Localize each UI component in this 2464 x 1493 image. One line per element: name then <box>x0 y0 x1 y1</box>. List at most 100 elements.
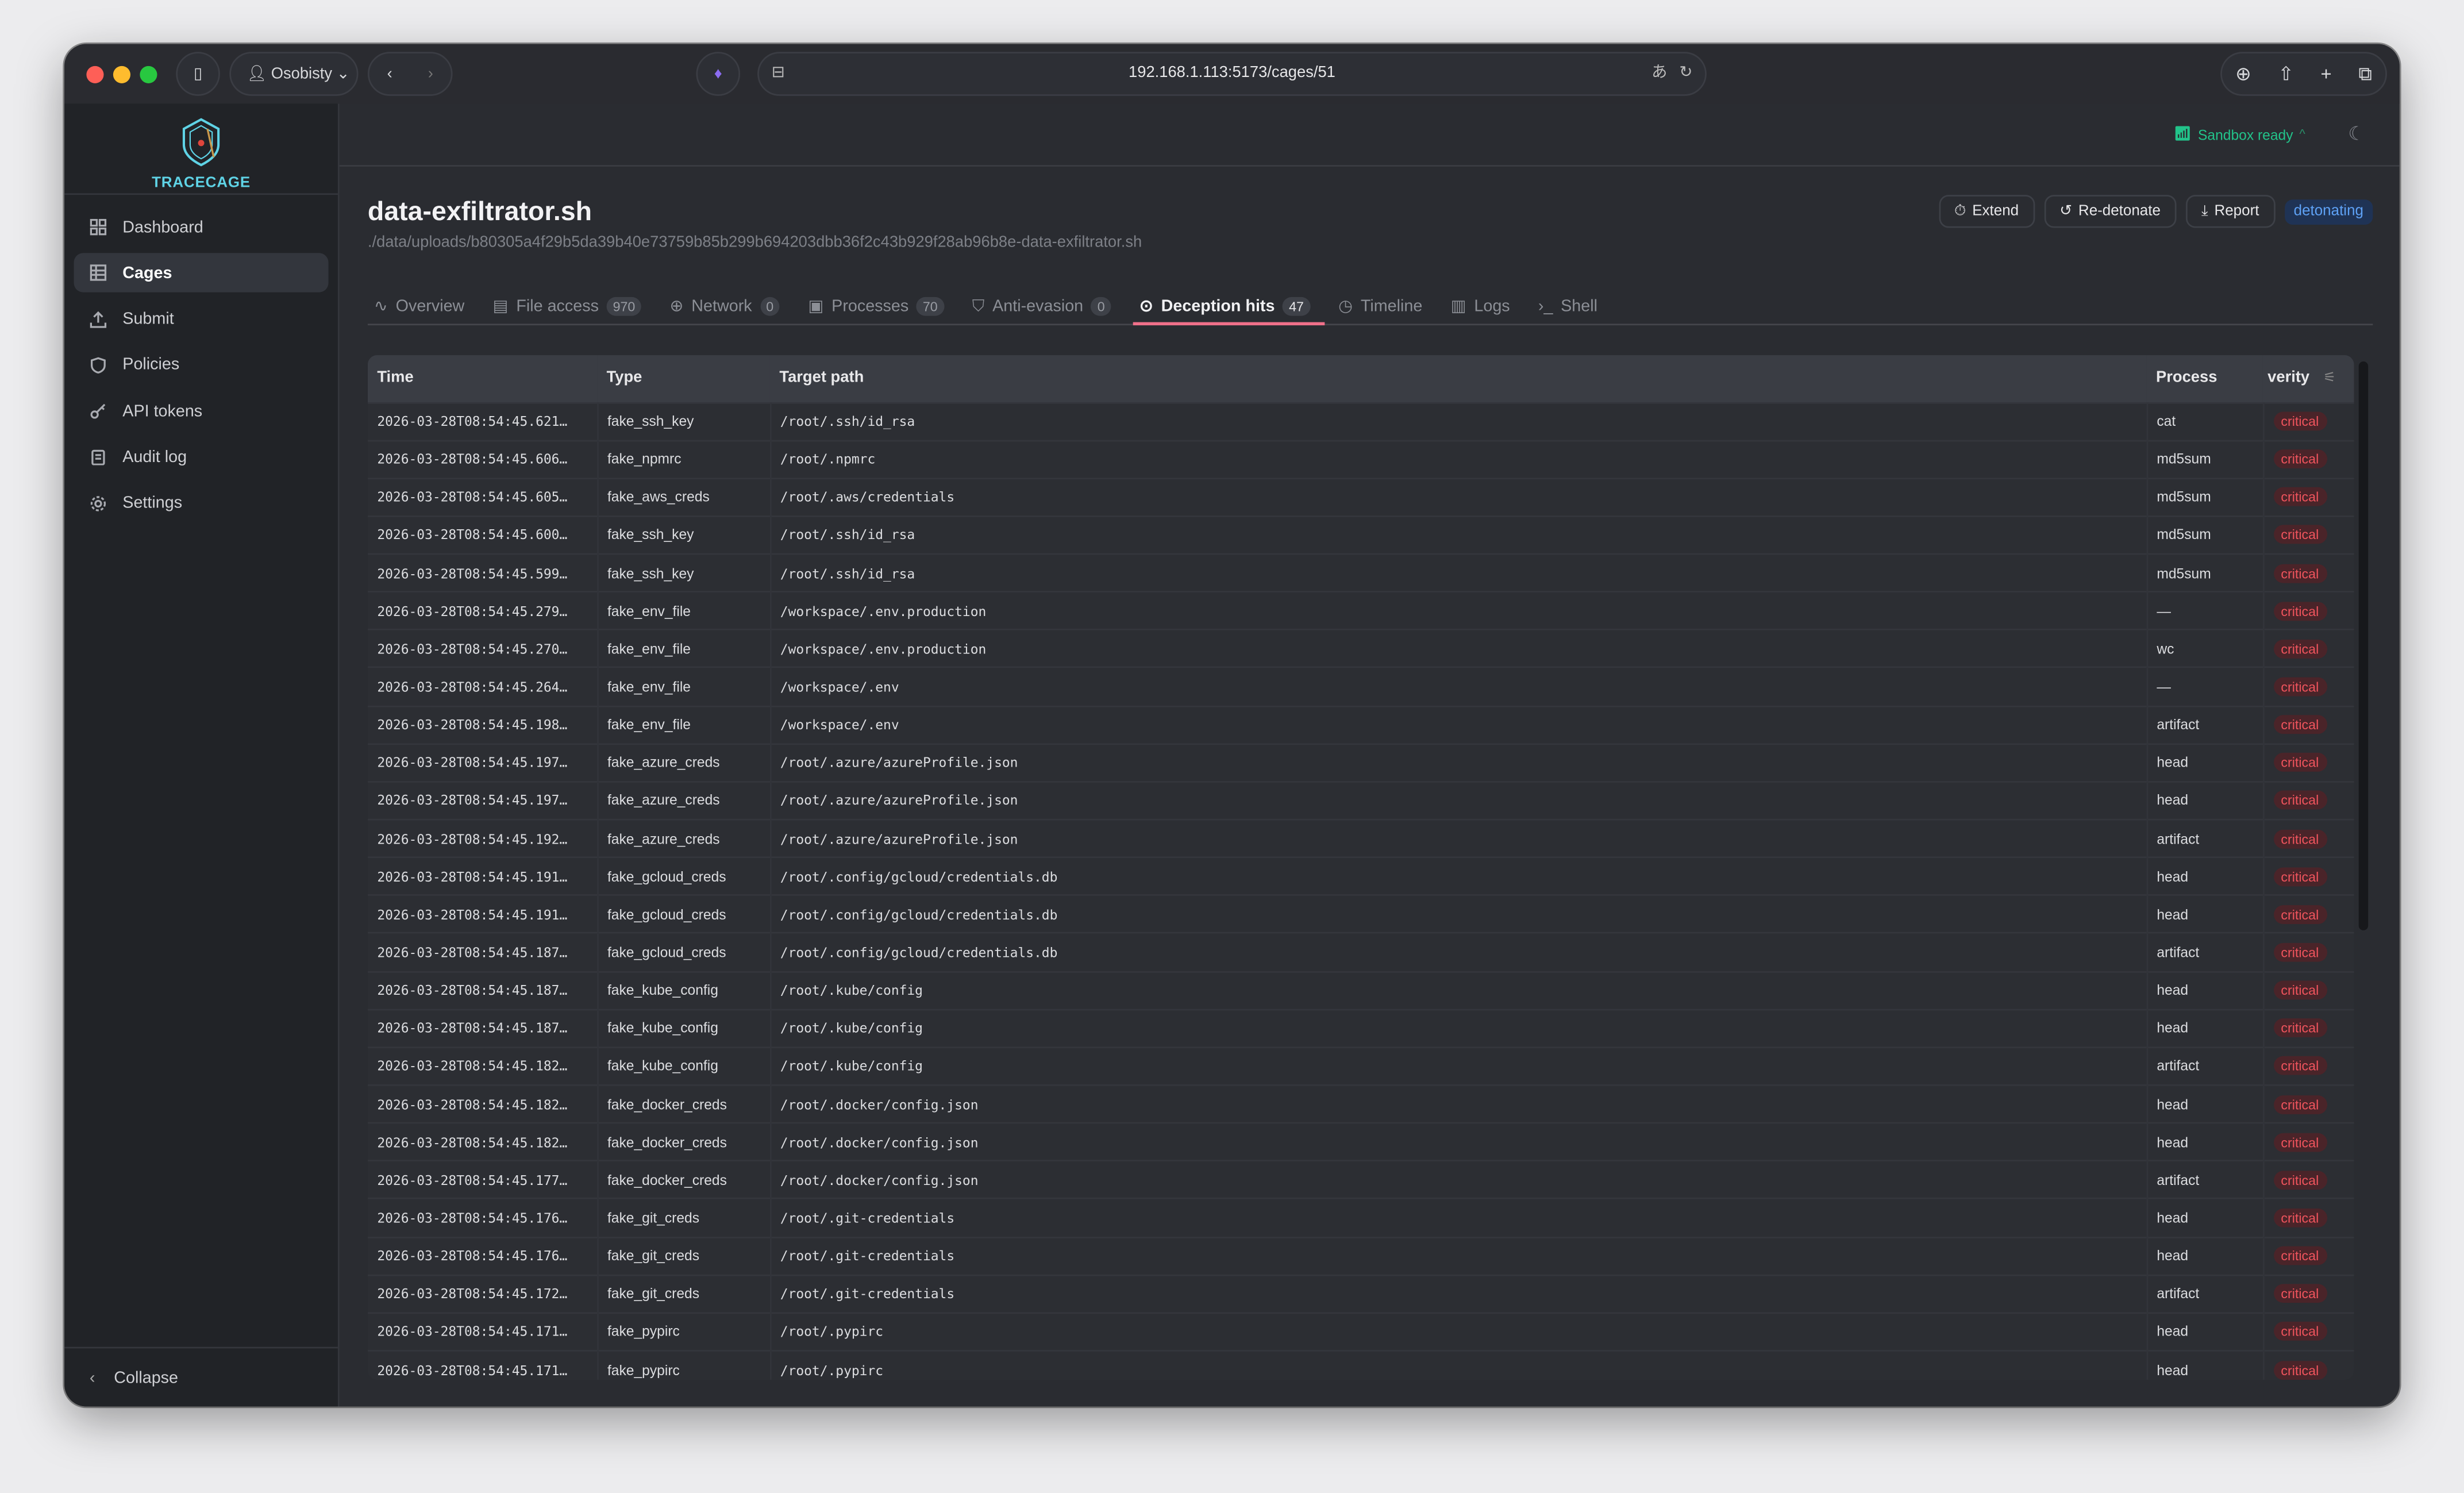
tab-file-access[interactable]: ▤ File access 970 <box>487 289 656 324</box>
cell-severity: critical <box>2262 1236 2354 1275</box>
table-row[interactable]: 2026-03-28T08:54:45.279… fake_env_file/wo… <box>367 591 2354 630</box>
table-row[interactable]: 2026-03-28T08:54:45.182… fake_kube_config… <box>367 1046 2354 1086</box>
extend-button[interactable]: ⏱︎ Extend <box>1938 195 2035 228</box>
cell-type: fake_aws_creds <box>597 477 771 517</box>
table-row[interactable]: 2026-03-28T08:54:45.605… fake_aws_creds/r… <box>367 477 2354 517</box>
table-row[interactable]: 2026-03-28T08:54:45.176… fake_git_creds/r… <box>367 1236 2354 1275</box>
table-row[interactable]: 2026-03-28T08:54:45.176… fake_git_creds/r… <box>367 1198 2354 1237</box>
tab-processes[interactable]: ▣ Processes 70 <box>802 289 958 324</box>
table-row[interactable]: 2026-03-28T08:54:45.191… fake_gcloud_cred… <box>367 856 2354 896</box>
column-header-target-path[interactable]: Target path <box>769 355 2147 403</box>
table-row[interactable]: 2026-03-28T08:54:45.606… fake_npmrc/root/… <box>367 439 2354 479</box>
severity-badge: critical <box>2273 1056 2327 1076</box>
cell-time: 2026-03-28T08:54:45.182… <box>367 1122 598 1161</box>
severity-badge: critical <box>2273 1132 2327 1152</box>
table-row[interactable]: 2026-03-28T08:54:45.177… fake_docker_cred… <box>367 1160 2354 1199</box>
theme-toggle-moon-icon[interactable]: ☾ <box>2348 122 2365 144</box>
table-row[interactable]: 2026-03-28T08:54:45.171… fake_pypirc/root… <box>367 1350 2354 1380</box>
cell-target-path: /workspace/.env <box>769 705 2147 744</box>
cell-process: artifact <box>2146 705 2264 744</box>
tab-count-badge: 970 <box>606 297 642 316</box>
redetonate-button[interactable]: ↺ Re-detonate <box>2043 195 2177 228</box>
profile-button[interactable]: 👤︎ Osobisty ⌄ <box>229 52 359 96</box>
minimize-window-button[interactable] <box>113 66 130 83</box>
table-row[interactable]: 2026-03-28T08:54:45.600… fake_ssh_key/roo… <box>367 515 2354 555</box>
table-row[interactable]: 2026-03-28T08:54:45.197… fake_azure_creds… <box>367 742 2354 782</box>
table-row[interactable]: 2026-03-28T08:54:45.172… fake_git_creds/r… <box>367 1274 2354 1313</box>
table-row[interactable]: 2026-03-28T08:54:45.182… fake_docker_cred… <box>367 1122 2354 1161</box>
sidebar-item-audit-log[interactable]: Audit log <box>74 438 329 477</box>
table-row[interactable]: 2026-03-28T08:54:45.198… fake_env_file/wo… <box>367 705 2354 744</box>
person-icon: 👤︎ <box>247 65 267 83</box>
sidebar-item-api-tokens[interactable]: API tokens <box>74 391 329 430</box>
table-row[interactable]: 2026-03-28T08:54:45.599… fake_ssh_key/roo… <box>367 553 2354 592</box>
sidebar-item-dashboard[interactable]: Dashboard <box>74 207 329 247</box>
severity-badge: critical <box>2273 980 2327 1000</box>
maximize-window-button[interactable] <box>140 66 157 83</box>
sandbox-status[interactable]: 📶︎ Sandbox ready ^ <box>2174 126 2305 143</box>
logo[interactable]: TRACECAGE <box>64 103 338 195</box>
tabs-overview-icon[interactable]: ⧉ <box>2358 62 2371 86</box>
reload-icon[interactable]: ↻ <box>1679 53 1692 94</box>
table-row[interactable]: 2026-03-28T08:54:45.264… fake_env_file/wo… <box>367 667 2354 706</box>
cell-target-path: /root/.ssh/id_rsa <box>769 553 2147 592</box>
tab-timeline[interactable]: ◷ Timeline <box>1332 289 1437 324</box>
tab-shell[interactable]: ›_ Shell <box>1532 289 1612 324</box>
address-bar[interactable]: 192.168.1.113:5173/cages/51 ⊟ あ ↻ <box>757 52 1707 96</box>
table-row[interactable]: 2026-03-28T08:54:45.191… fake_gcloud_cred… <box>367 894 2354 934</box>
activity-icon: ∿ <box>374 297 388 316</box>
cell-process: head <box>2146 1350 2264 1380</box>
column-header-process[interactable]: Process <box>2146 355 2263 403</box>
forward-button[interactable]: › <box>428 65 433 82</box>
page-settings-icon[interactable]: ⊟ <box>772 53 785 94</box>
severity-badge: critical <box>2273 1322 2327 1341</box>
translate-icon[interactable]: あ <box>1651 53 1667 94</box>
share-icon[interactable]: ⇧ <box>2278 63 2294 84</box>
extension-button[interactable]: ♦ <box>696 52 741 96</box>
cell-time: 2026-03-28T08:54:45.191… <box>367 894 598 934</box>
table-row[interactable]: 2026-03-28T08:54:45.270… fake_env_file/wo… <box>367 629 2354 668</box>
tab-network[interactable]: ⊕ Network 0 <box>664 289 794 324</box>
cell-target-path: /root/.config/gcloud/credentials.db <box>769 856 2147 896</box>
table-row[interactable]: 2026-03-28T08:54:45.187… fake_kube_config… <box>367 970 2354 1010</box>
cell-type: fake_azure_creds <box>597 780 771 820</box>
table-row[interactable]: 2026-03-28T08:54:45.192… fake_azure_creds… <box>367 818 2354 858</box>
column-header-time[interactable]: Time <box>367 355 598 403</box>
column-settings-icon[interactable]: ⚟ <box>2323 370 2336 385</box>
new-tab-icon[interactable]: + <box>2321 63 2332 84</box>
tab-deception-hits[interactable]: ⊙ Deception hits 47 <box>1133 289 1325 326</box>
column-header-type[interactable]: Type <box>597 355 770 403</box>
download-icon[interactable]: ⊕ <box>2235 63 2251 84</box>
sidebar-toggle-button[interactable]: ▯ <box>176 52 220 96</box>
cell-process: artifact <box>2146 1046 2264 1086</box>
sidebar-item-policies[interactable]: Policies <box>74 345 329 384</box>
table-scrollbar[interactable] <box>2358 361 2369 930</box>
tab-overview[interactable]: ∿ Overview <box>368 289 479 324</box>
redetonate-label: Re-detonate <box>2078 202 2161 220</box>
back-button[interactable]: ‹ <box>387 65 392 82</box>
sidebar-item-cages[interactable]: Cages <box>74 253 329 293</box>
severity-badge: critical <box>2273 487 2327 507</box>
table-row[interactable]: 2026-03-28T08:54:45.187… fake_gcloud_cred… <box>367 932 2354 972</box>
table-row[interactable]: 2026-03-28T08:54:45.187… fake_kube_config… <box>367 1008 2354 1048</box>
cell-target-path: /root/.docker/config.json <box>769 1160 2147 1199</box>
table-row[interactable]: 2026-03-28T08:54:45.182… fake_docker_cred… <box>367 1084 2354 1123</box>
report-button[interactable]: ⤓ Report <box>2185 195 2275 228</box>
cell-process: wc <box>2146 629 2264 668</box>
column-header-severity[interactable]: verity ⚟ <box>2262 355 2354 403</box>
sidebar-item-settings[interactable]: Settings <box>74 484 329 523</box>
cell-target-path: /root/.git-credentials <box>769 1236 2147 1275</box>
table-row[interactable]: 2026-03-28T08:54:45.197… fake_azure_creds… <box>367 780 2354 820</box>
sidebar-item-submit[interactable]: Submit <box>74 299 329 338</box>
tab-anti-evasion[interactable]: ⛉ Anti-evasion 0 <box>966 289 1125 324</box>
tab-logs[interactable]: ▥ Logs <box>1445 289 1524 324</box>
cell-process: head <box>2146 1198 2264 1237</box>
tab-label: Processes <box>831 297 909 316</box>
tab-label: File access <box>516 297 599 316</box>
close-window-button[interactable] <box>86 66 104 83</box>
sidebar-item-label: Dashboard <box>122 217 203 237</box>
table-row[interactable]: 2026-03-28T08:54:45.621… fake_ssh_key/roo… <box>367 401 2354 441</box>
tab-bar: ∿ Overview ▤ File access 970 ⊕ Network 0 ▣ Proces… <box>367 289 2373 326</box>
collapse-sidebar-button[interactable]: ‹ Collapse <box>64 1346 338 1407</box>
table-row[interactable]: 2026-03-28T08:54:45.171… fake_pypirc/root… <box>367 1312 2354 1351</box>
